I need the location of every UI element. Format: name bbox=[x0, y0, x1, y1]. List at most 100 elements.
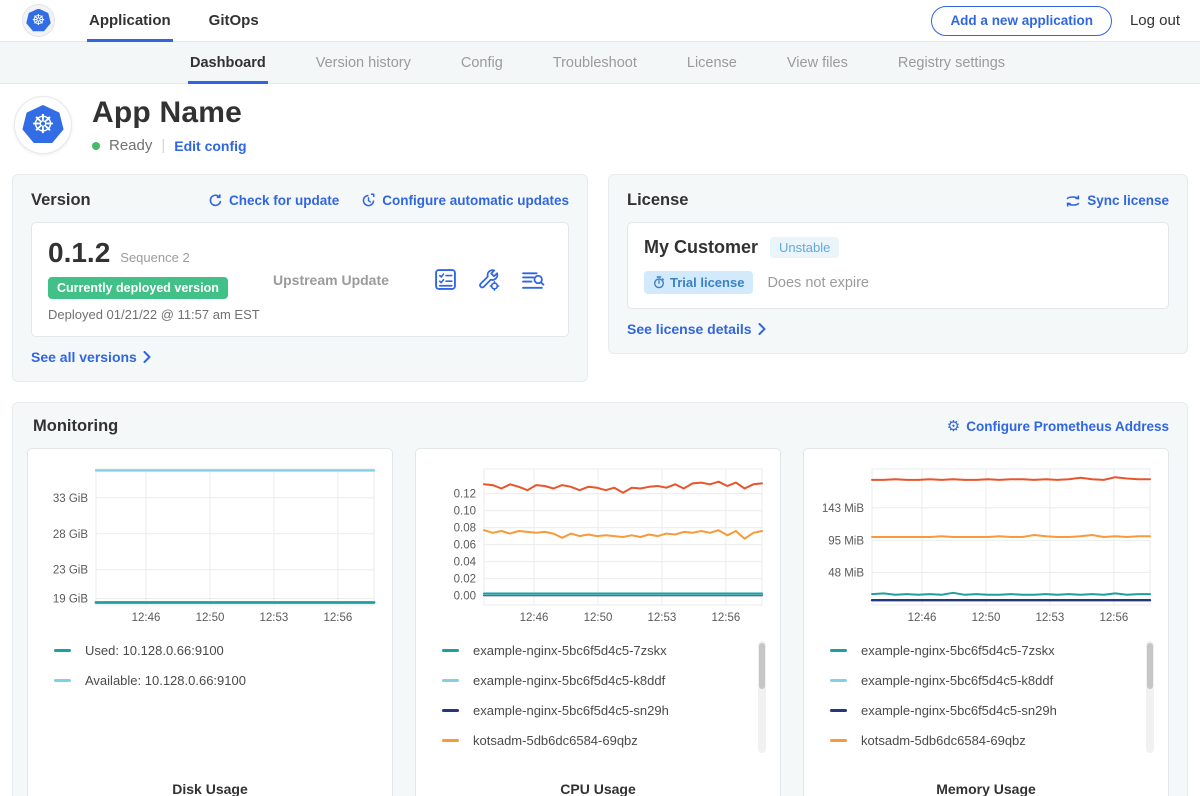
version-card-actions: Check for update Configure automatic upd… bbox=[208, 193, 569, 208]
page-title: App Name bbox=[92, 96, 247, 130]
legend-swatch-icon bbox=[830, 739, 847, 742]
memory-usage-legend: example-nginx-5bc6f5d4c5-7zskx example-ng… bbox=[816, 639, 1156, 771]
swap-arrows-icon bbox=[1065, 194, 1081, 208]
legend-item: example-nginx-5bc6f5d4c5-sn29h bbox=[442, 703, 766, 718]
version-row: 0.1.2 Sequence 2 Currently deployed vers… bbox=[48, 237, 552, 322]
version-sequence: Sequence 2 bbox=[120, 250, 189, 265]
tab-view-files[interactable]: View files bbox=[785, 42, 850, 84]
svg-text:33 GiB: 33 GiB bbox=[53, 493, 88, 505]
topnav-item-gitops[interactable]: GitOps bbox=[207, 0, 261, 41]
svg-text:0.12: 0.12 bbox=[454, 489, 476, 501]
edit-config-link[interactable]: Edit config bbox=[174, 138, 246, 154]
version-card-header: Version Check for update Configure autom… bbox=[31, 191, 569, 210]
trial-license-badge: Trial license bbox=[644, 271, 753, 294]
legend-swatch-icon bbox=[442, 709, 459, 712]
sync-license-link[interactable]: Sync license bbox=[1065, 193, 1169, 208]
legend-scrollbar[interactable] bbox=[1146, 641, 1154, 753]
stopwatch-icon bbox=[653, 276, 665, 289]
customer-row: My Customer Unstable bbox=[644, 237, 1152, 258]
license-expiry: Does not expire bbox=[767, 275, 869, 291]
legend-swatch-icon bbox=[830, 679, 847, 682]
svg-text:0.02: 0.02 bbox=[454, 574, 476, 586]
configure-automatic-updates-label: Configure automatic updates bbox=[382, 193, 569, 208]
disk-usage-legend: Used: 10.128.0.66:9100Available: 10.128.… bbox=[40, 639, 380, 771]
app-tab-bar: Dashboard Version history Config Trouble… bbox=[0, 42, 1200, 84]
tab-registry-settings[interactable]: Registry settings bbox=[896, 42, 1007, 84]
legend-label: example-nginx-5bc6f5d4c5-7zskx bbox=[861, 643, 1055, 658]
gear-icon: ⚙ bbox=[947, 419, 960, 434]
svg-text:12:53: 12:53 bbox=[1036, 612, 1065, 624]
legend-scrollbar-thumb[interactable] bbox=[759, 643, 765, 689]
refresh-icon bbox=[208, 193, 223, 208]
license-card-title: License bbox=[627, 191, 688, 210]
tab-config[interactable]: Config bbox=[459, 42, 505, 84]
trial-license-label: Trial license bbox=[670, 275, 744, 290]
legend-scrollbar[interactable] bbox=[758, 641, 766, 753]
current-version-box: 0.1.2 Sequence 2 Currently deployed vers… bbox=[31, 222, 569, 337]
svg-text:0.04: 0.04 bbox=[454, 557, 477, 569]
legend-item: kotsadm-5db6dc6584-69qbz bbox=[442, 733, 766, 748]
legend-swatch-icon bbox=[442, 649, 459, 652]
channel-badge: Unstable bbox=[770, 237, 839, 258]
wrench-gear-icon[interactable] bbox=[477, 268, 501, 292]
license-card: License Sync license My Customer Unstabl… bbox=[608, 174, 1188, 354]
memory-usage-card: 143 MiB95 MiB48 MiB12:4612:5012:5312:56 … bbox=[803, 448, 1169, 796]
kubernetes-helm-icon: ☸ bbox=[26, 9, 51, 33]
status-dot-icon bbox=[92, 142, 100, 150]
kubernetes-helm-icon: ☸ bbox=[22, 105, 64, 145]
charts-grid: 33 GiB 28 GiB 23 GiB 19 GiB 12:46 12:50 12:53 1… bbox=[27, 448, 1173, 796]
cpu-usage-legend: example-nginx-5bc6f5d4c5-7zskx example-ng… bbox=[428, 639, 768, 771]
svg-text:0.00: 0.00 bbox=[454, 591, 476, 603]
customer-name: My Customer bbox=[644, 237, 758, 258]
svg-text:12:46: 12:46 bbox=[908, 612, 937, 624]
legend-label: example-nginx-5bc6f5d4c5-sn29h bbox=[473, 703, 669, 718]
status-badge: Ready bbox=[109, 137, 152, 154]
legend-item: kotsadm-5db6dc6584-69qbz bbox=[830, 733, 1154, 748]
tab-troubleshoot[interactable]: Troubleshoot bbox=[551, 42, 639, 84]
topnav-item-application[interactable]: Application bbox=[87, 0, 173, 41]
legend-label: example-nginx-5bc6f5d4c5-7zskx bbox=[473, 643, 667, 658]
legend-swatch-icon bbox=[54, 649, 71, 652]
tab-version-history[interactable]: Version history bbox=[314, 42, 413, 84]
configure-prometheus-label: Configure Prometheus Address bbox=[966, 419, 1169, 434]
tab-dashboard[interactable]: Dashboard bbox=[188, 42, 268, 84]
see-all-versions-link[interactable]: See all versions bbox=[31, 349, 151, 365]
topnav-item-label: GitOps bbox=[209, 12, 259, 29]
tab-license[interactable]: License bbox=[685, 42, 739, 84]
svg-text:12:56: 12:56 bbox=[1099, 612, 1128, 624]
preflight-checklist-icon[interactable] bbox=[434, 268, 457, 291]
svg-text:23 GiB: 23 GiB bbox=[53, 565, 88, 577]
legend-item: example-nginx-5bc6f5d4c5-7zskx bbox=[830, 643, 1154, 658]
configure-automatic-updates-link[interactable]: Configure automatic updates bbox=[361, 193, 569, 208]
svg-text:12:46: 12:46 bbox=[520, 612, 549, 624]
app-header: ☸ App Name Ready | Edit config bbox=[0, 84, 1200, 160]
svg-text:12:46: 12:46 bbox=[132, 612, 161, 624]
file-search-icon[interactable] bbox=[521, 268, 546, 291]
clock-rotate-icon bbox=[361, 193, 376, 208]
legend-label: kotsadm-5db6dc6584-69qbz bbox=[473, 733, 638, 748]
svg-text:48 MiB: 48 MiB bbox=[828, 567, 864, 579]
add-new-application-button[interactable]: Add a new application bbox=[931, 6, 1112, 36]
app-avatar: ☸ bbox=[14, 96, 72, 154]
kubernetes-logo-icon[interactable]: ☸ bbox=[22, 4, 55, 37]
topnav-items: Application GitOps bbox=[87, 0, 261, 41]
legend-item: example-nginx-5bc6f5d4c5-sn29h bbox=[830, 703, 1154, 718]
svg-text:12:53: 12:53 bbox=[648, 612, 677, 624]
svg-text:0.06: 0.06 bbox=[454, 540, 476, 552]
check-for-update-link[interactable]: Check for update bbox=[208, 193, 339, 208]
app-status-row: Ready | Edit config bbox=[92, 137, 247, 154]
svg-text:19 GiB: 19 GiB bbox=[53, 594, 88, 606]
svg-text:0.10: 0.10 bbox=[454, 506, 476, 518]
svg-text:12:56: 12:56 bbox=[323, 612, 352, 624]
monitoring-section: Monitoring ⚙ Configure Prometheus Addres… bbox=[12, 402, 1188, 796]
configure-prometheus-link[interactable]: ⚙ Configure Prometheus Address bbox=[947, 419, 1169, 434]
legend-scrollbar-thumb[interactable] bbox=[1147, 643, 1153, 689]
legend-label: example-nginx-5bc6f5d4c5-k8ddf bbox=[473, 673, 665, 688]
license-info-box: My Customer Unstable Trial license Does … bbox=[627, 222, 1169, 309]
chevron-right-icon bbox=[758, 323, 766, 335]
svg-text:12:50: 12:50 bbox=[972, 612, 1001, 624]
logout-button[interactable]: Log out bbox=[1130, 12, 1180, 29]
svg-text:28 GiB: 28 GiB bbox=[53, 529, 88, 541]
legend-item: example-nginx-5bc6f5d4c5-k8ddf bbox=[442, 673, 766, 688]
see-license-details-link[interactable]: See license details bbox=[627, 321, 766, 337]
